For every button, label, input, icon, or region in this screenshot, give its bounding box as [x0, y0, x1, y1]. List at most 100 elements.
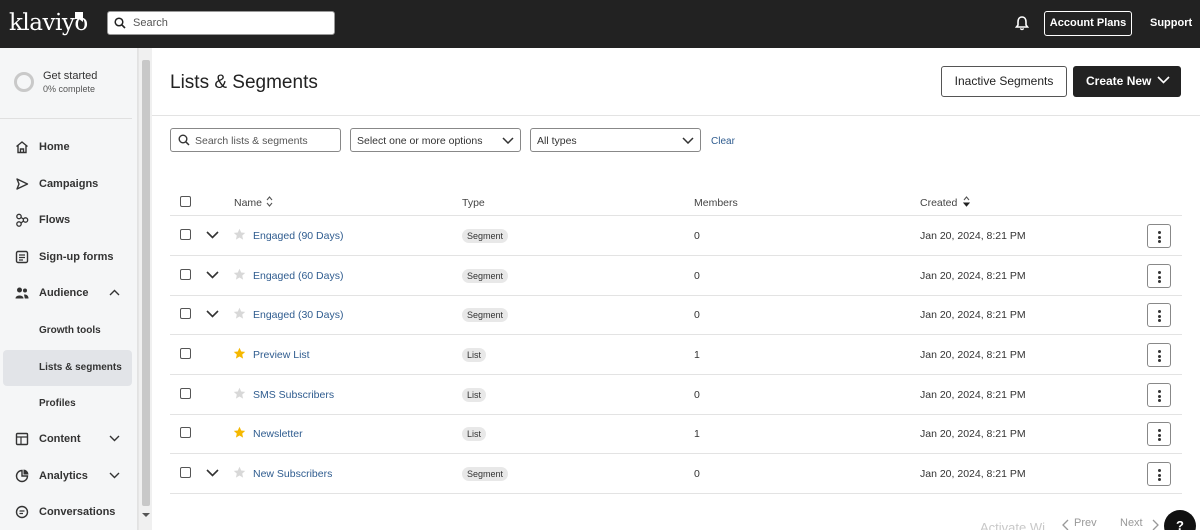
sidebar-subitem-profiles[interactable]: Profiles [0, 393, 132, 415]
star-outline-icon[interactable] [233, 307, 246, 320]
type-badge: List [462, 388, 487, 402]
scrollbar-thumb[interactable] [142, 60, 150, 506]
row-checkbox[interactable] [180, 467, 191, 478]
type-select-value: All types [537, 135, 577, 147]
table-row[interactable]: Preview List List 1 Jan 20, 2024, 8:21 P… [170, 335, 1182, 375]
row-name-link[interactable]: New Subscribers [253, 468, 332, 480]
sort-icon[interactable] [266, 196, 273, 207]
table-row[interactable]: Engaged (90 Days) Segment 0 Jan 20, 2024… [170, 216, 1182, 256]
get-started-subtitle: 0% complete [43, 84, 96, 94]
lists-search-input[interactable]: Search lists & segments [170, 128, 341, 152]
table-row[interactable]: New Subscribers Segment 0 Jan 20, 2024, … [170, 454, 1182, 494]
sidebar-item-home[interactable]: Home [0, 137, 132, 159]
help-button[interactable]: ? [1164, 510, 1196, 530]
row-actions-button[interactable] [1147, 264, 1171, 288]
sidebar-item-signup-forms[interactable]: Sign-up forms [0, 247, 132, 269]
created-date: Jan 20, 2024, 8:21 PM [920, 389, 1026, 401]
sidebar-subitem-label: Lists & segments [39, 362, 122, 373]
sidebar-item-analytics[interactable]: Analytics [0, 466, 132, 488]
row-actions-button[interactable] [1147, 343, 1171, 367]
member-count: 1 [694, 428, 700, 440]
star-outline-icon[interactable] [233, 466, 246, 479]
pagination-prev[interactable]: Prev [1074, 517, 1097, 529]
table-row[interactable]: Newsletter List 1 Jan 20, 2024, 8:21 PM [170, 414, 1182, 454]
create-new-label: Create New [1086, 74, 1152, 88]
select-all-checkbox[interactable] [180, 196, 191, 207]
sidebar-subitem-label: Profiles [39, 398, 76, 409]
sidebar-item-label: Audience [39, 287, 89, 299]
sidebar-subitem-label: Growth tools [39, 325, 101, 336]
star-outline-icon[interactable] [233, 228, 246, 241]
chevron-down-icon[interactable] [206, 231, 219, 239]
support-link[interactable]: Support [1150, 17, 1192, 29]
inactive-segments-button[interactable]: Inactive Segments [941, 66, 1067, 97]
type-badge: Segment [462, 229, 509, 243]
clear-filters-link[interactable]: Clear [711, 136, 735, 147]
create-new-button[interactable]: Create New [1073, 66, 1181, 97]
row-checkbox[interactable] [180, 308, 191, 319]
global-search-placeholder: Search [133, 17, 168, 29]
type-select[interactable]: All types [530, 128, 701, 152]
chevron-down-icon[interactable] [206, 271, 219, 279]
sidebar-item-campaigns[interactable]: Campaigns [0, 174, 132, 196]
sidebar-subitem-lists-segments[interactable]: Lists & segments [3, 350, 132, 386]
scroll-down-arrow-icon[interactable] [142, 513, 150, 517]
sidebar-scrollbar[interactable] [138, 48, 152, 530]
sidebar-divider [0, 118, 132, 119]
row-name-link[interactable]: Preview List [253, 349, 310, 361]
row-actions-button[interactable] [1147, 422, 1171, 446]
chevron-down-icon[interactable] [109, 472, 120, 479]
star-outline-icon[interactable] [233, 387, 246, 400]
sidebar-item-flows[interactable]: Flows [0, 210, 132, 232]
star-filled-icon[interactable] [233, 426, 246, 439]
sort-descending-icon[interactable] [963, 196, 970, 207]
global-search-input[interactable]: Search [107, 11, 335, 35]
sidebar-item-conversations[interactable]: Conversations [0, 502, 132, 524]
pagination-next[interactable]: Next [1120, 517, 1143, 529]
chevron-down-icon [682, 137, 694, 144]
chevron-down-icon [1157, 76, 1170, 84]
table-row[interactable]: Engaged (60 Days) Segment 0 Jan 20, 2024… [170, 256, 1182, 296]
sidebar-item-audience[interactable]: Audience [0, 283, 132, 305]
chevron-down-icon[interactable] [109, 435, 120, 442]
column-header-name[interactable]: Name [234, 197, 262, 209]
row-checkbox[interactable] [180, 427, 191, 438]
row-checkbox[interactable] [180, 388, 191, 399]
tags-select[interactable]: Select one or more options [350, 128, 521, 152]
member-count: 0 [694, 270, 700, 282]
chevron-down-icon[interactable] [206, 310, 219, 318]
row-actions-button[interactable] [1147, 383, 1171, 407]
chevron-right-icon[interactable] [1152, 519, 1159, 530]
bell-icon[interactable] [1015, 15, 1029, 31]
row-name-link[interactable]: Engaged (60 Days) [253, 270, 343, 282]
activate-windows-watermark: Activate Wi [980, 520, 1046, 530]
row-checkbox[interactable] [180, 348, 191, 359]
column-header-created[interactable]: Created [920, 197, 957, 209]
row-name-link[interactable]: SMS Subscribers [253, 389, 334, 401]
sidebar-subitem-growth-tools[interactable]: Growth tools [0, 320, 132, 342]
chat-icon [15, 505, 29, 519]
sidebar-item-label: Content [39, 433, 81, 445]
star-outline-icon[interactable] [233, 268, 246, 281]
table-row[interactable]: SMS Subscribers List 0 Jan 20, 2024, 8:2… [170, 375, 1182, 415]
row-checkbox[interactable] [180, 229, 191, 240]
row-actions-button[interactable] [1147, 224, 1171, 248]
row-name-link[interactable]: Engaged (30 Days) [253, 309, 343, 321]
row-name-link[interactable]: Engaged (90 Days) [253, 230, 343, 242]
created-date: Jan 20, 2024, 8:21 PM [920, 309, 1026, 321]
chevron-up-icon[interactable] [109, 289, 120, 296]
sidebar-item-label: Flows [39, 214, 71, 226]
chevron-down-icon[interactable] [206, 469, 219, 477]
row-name-link[interactable]: Newsletter [253, 428, 303, 440]
table-row[interactable]: Engaged (30 Days) Segment 0 Jan 20, 2024… [170, 295, 1182, 335]
header-divider [152, 115, 1200, 116]
search-icon [114, 17, 126, 29]
member-count: 1 [694, 349, 700, 361]
account-plans-button[interactable]: Account Plans [1044, 11, 1132, 36]
row-checkbox[interactable] [180, 269, 191, 280]
sidebar-item-content[interactable]: Content [0, 429, 132, 451]
star-filled-icon[interactable] [233, 347, 246, 360]
row-actions-button[interactable] [1147, 462, 1171, 486]
chevron-left-icon[interactable] [1062, 519, 1069, 530]
row-actions-button[interactable] [1147, 303, 1171, 327]
